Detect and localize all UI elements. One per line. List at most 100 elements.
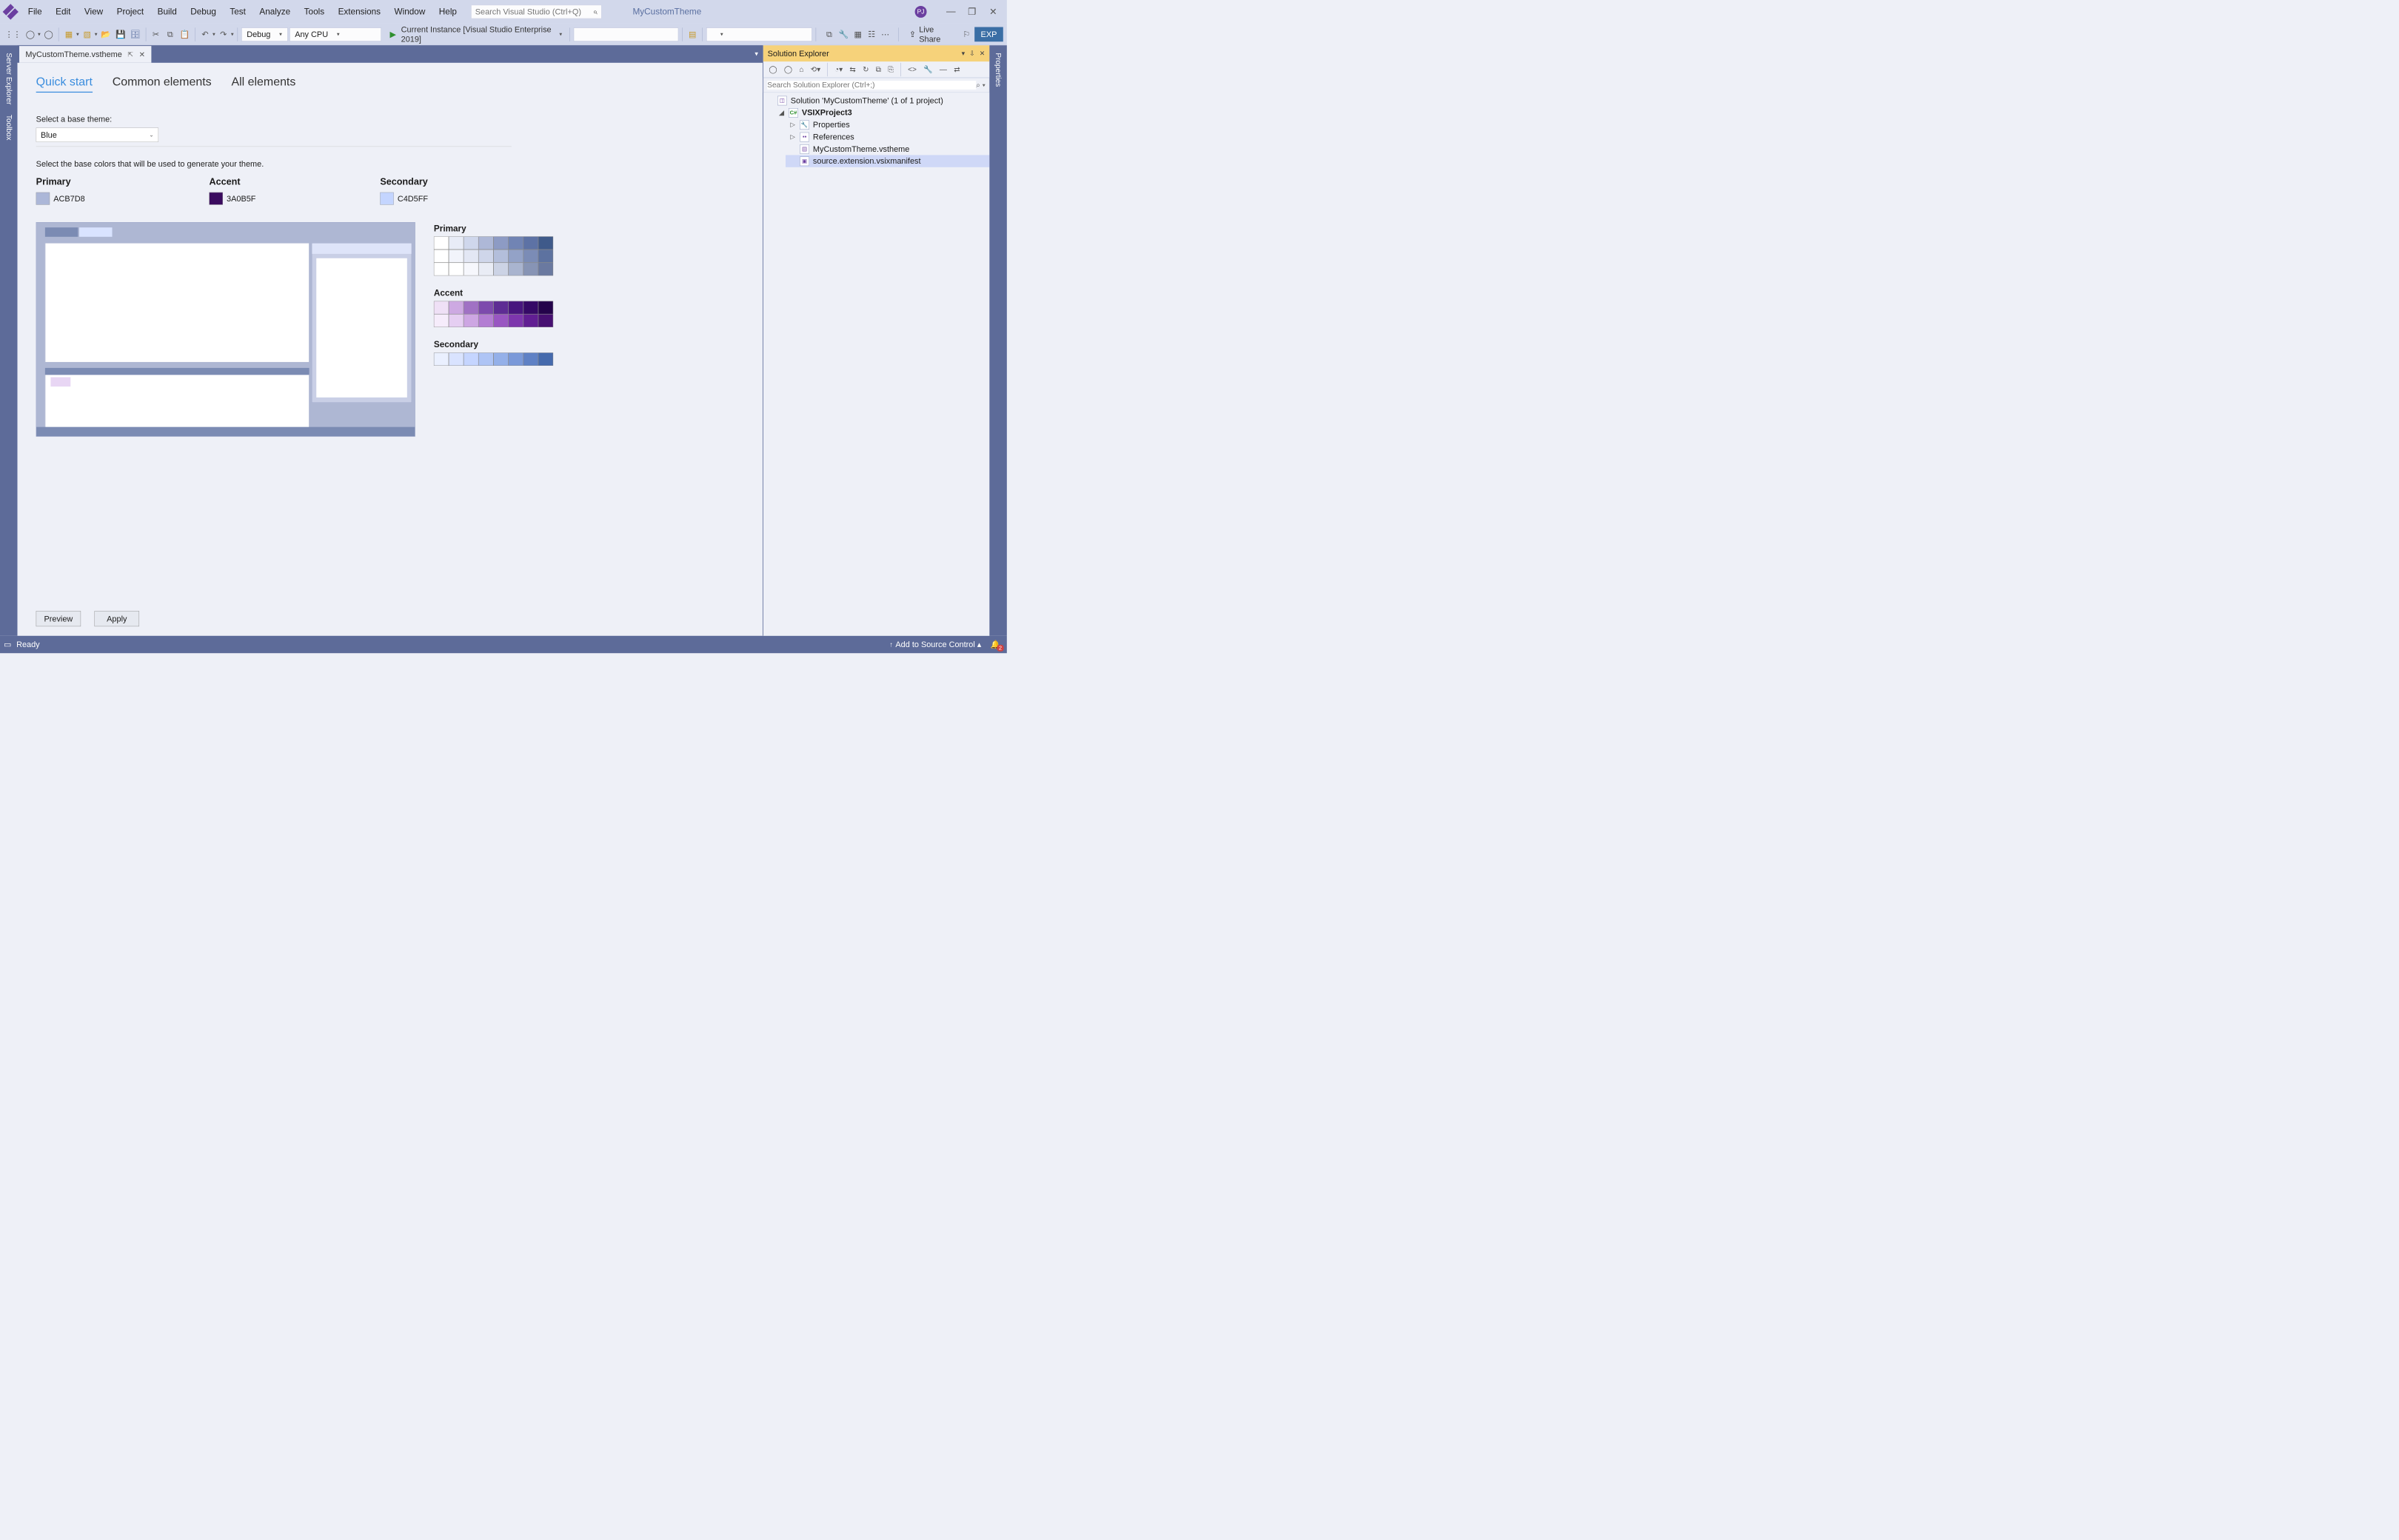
document-tab[interactable]: MyCustomTheme.vstheme ⇱ ✕ bbox=[19, 46, 151, 63]
palette-cell[interactable] bbox=[538, 236, 553, 250]
sol-home-icon[interactable]: ⌂ bbox=[797, 64, 806, 75]
palette-cell[interactable] bbox=[509, 250, 523, 263]
menu-window[interactable]: Window bbox=[387, 5, 432, 19]
palette-cell[interactable] bbox=[523, 250, 538, 263]
tab-quick-start[interactable]: Quick start bbox=[36, 76, 93, 93]
palette-cell[interactable] bbox=[464, 236, 478, 250]
find-in-files-combo[interactable] bbox=[574, 27, 679, 41]
layout-icon-4[interactable]: ⋯ bbox=[879, 27, 891, 41]
palette-cell[interactable] bbox=[509, 301, 523, 315]
palette-cell[interactable] bbox=[523, 236, 538, 250]
tree-solution-node[interactable]: ◫ Solution 'MyCustomTheme' (1 of 1 proje… bbox=[763, 95, 990, 107]
sol-filter-icon[interactable]: ◔▾ bbox=[833, 64, 845, 76]
global-search-input[interactable] bbox=[475, 7, 593, 16]
palette-cell[interactable] bbox=[493, 263, 508, 276]
menu-project[interactable]: Project bbox=[110, 5, 150, 19]
config-dropdown[interactable]: Debug▾ bbox=[241, 27, 287, 41]
palette-cell[interactable] bbox=[464, 352, 478, 366]
palette-cell[interactable] bbox=[523, 263, 538, 276]
undo-button[interactable]: ↶ bbox=[199, 27, 212, 41]
rail-properties[interactable]: Properties bbox=[993, 48, 1004, 92]
start-debug-button[interactable]: ▶ Current Instance [Visual Studio Enterp… bbox=[383, 24, 566, 44]
menu-edit[interactable]: Edit bbox=[49, 5, 78, 19]
secondary-swatch[interactable] bbox=[380, 192, 393, 205]
palette-cell[interactable] bbox=[449, 263, 464, 276]
palette-cell[interactable] bbox=[434, 314, 449, 327]
menu-debug[interactable]: Debug bbox=[184, 5, 223, 19]
tree-references-node[interactable]: ▷▪▪ References bbox=[786, 131, 989, 143]
copy-button[interactable]: ⧉ bbox=[164, 27, 176, 41]
palette-cell[interactable] bbox=[434, 263, 449, 276]
global-search[interactable]: ⌕ bbox=[471, 5, 601, 19]
palette-cell[interactable] bbox=[449, 250, 464, 263]
tree-manifest-file[interactable]: ▣ source.extension.vsixmanifest bbox=[786, 155, 989, 167]
palette-cell[interactable] bbox=[538, 301, 553, 315]
sol-sync-icon[interactable]: ⟲▾ bbox=[809, 64, 823, 76]
sol-switch-icon[interactable]: ⇄ bbox=[952, 64, 962, 76]
tree-properties-node[interactable]: ▷🔧 Properties bbox=[786, 118, 989, 130]
live-share-button[interactable]: ⇪ Live Share bbox=[904, 24, 958, 44]
menu-analyze[interactable]: Analyze bbox=[252, 5, 297, 19]
sol-collapse-icon[interactable]: ⇆ bbox=[848, 64, 857, 76]
sol-refresh-icon[interactable]: ↻ bbox=[861, 64, 871, 76]
layout-icon-2[interactable]: ▦ bbox=[851, 27, 864, 41]
panel-dropdown-icon[interactable]: ▾ bbox=[962, 50, 966, 58]
tab-common-elements[interactable]: Common elements bbox=[113, 76, 212, 93]
palette-cell[interactable] bbox=[538, 314, 553, 327]
sol-back-icon[interactable]: ◯ bbox=[767, 64, 779, 76]
tree-project-node[interactable]: ◢C# VSIXProject3 bbox=[774, 107, 989, 118]
palette-cell[interactable] bbox=[434, 301, 449, 315]
palette-cell[interactable] bbox=[538, 352, 553, 366]
rail-toolbox[interactable]: Toolbox bbox=[3, 110, 14, 145]
menu-help[interactable]: Help bbox=[432, 5, 464, 19]
solution-explorer-search[interactable]: ⌕ ▾ bbox=[763, 78, 990, 93]
close-tab-button[interactable]: ✕ bbox=[139, 50, 145, 58]
panel-close-icon[interactable]: ✕ bbox=[980, 50, 986, 58]
palette-cell[interactable] bbox=[464, 263, 478, 276]
tab-all-elements[interactable]: All elements bbox=[231, 76, 295, 93]
sol-properties-icon[interactable]: 🔧 bbox=[922, 64, 935, 76]
tree-theme-file[interactable]: ▤ MyCustomTheme.vstheme bbox=[786, 143, 989, 155]
new-project-button[interactable]: ▦ bbox=[63, 27, 76, 41]
palette-cell[interactable] bbox=[449, 301, 464, 315]
sol-code-icon[interactable]: <> bbox=[906, 64, 919, 75]
panel-pin-icon[interactable]: ⇩ bbox=[969, 50, 975, 58]
palette-cell[interactable] bbox=[493, 250, 508, 263]
primary-swatch[interactable] bbox=[36, 192, 50, 205]
palette-cell[interactable] bbox=[523, 314, 538, 327]
sol-forward-icon[interactable]: ◯ bbox=[782, 64, 794, 76]
solution-explorer-search-input[interactable] bbox=[767, 81, 976, 90]
palette-cell[interactable] bbox=[478, 314, 493, 327]
palette-cell[interactable] bbox=[434, 352, 449, 366]
pin-icon[interactable]: ⇱ bbox=[127, 50, 133, 58]
sol-dash-icon[interactable]: — bbox=[937, 64, 948, 75]
palette-cell[interactable] bbox=[523, 301, 538, 315]
menu-file[interactable]: File bbox=[21, 5, 49, 19]
tool-icon-1[interactable]: ▤ bbox=[686, 27, 699, 41]
palette-cell[interactable] bbox=[493, 236, 508, 250]
window-restore-button[interactable]: ❐ bbox=[962, 4, 983, 19]
preview-button[interactable]: Preview bbox=[36, 611, 81, 626]
palette-cell[interactable] bbox=[493, 301, 508, 315]
palette-cell[interactable] bbox=[478, 352, 493, 366]
palette-cell[interactable] bbox=[509, 352, 523, 366]
notifications-button[interactable]: 🔔2 bbox=[991, 640, 1001, 649]
palette-cell[interactable] bbox=[493, 352, 508, 366]
save-button[interactable]: 💾 bbox=[114, 27, 127, 41]
user-avatar[interactable]: PJ bbox=[915, 6, 927, 18]
palette-cell[interactable] bbox=[493, 314, 508, 327]
nav-back-button[interactable]: ◯ bbox=[24, 27, 36, 41]
window-minimize-button[interactable]: — bbox=[940, 4, 962, 19]
accent-swatch[interactable] bbox=[210, 192, 223, 205]
palette-cell[interactable] bbox=[449, 314, 464, 327]
palette-cell[interactable] bbox=[478, 263, 493, 276]
palette-cell[interactable] bbox=[464, 301, 478, 315]
palette-cell[interactable] bbox=[464, 250, 478, 263]
palette-cell[interactable] bbox=[464, 314, 478, 327]
palette-cell[interactable] bbox=[478, 250, 493, 263]
save-all-button[interactable]: 🗄 bbox=[129, 27, 142, 41]
sol-copy-icon[interactable]: ⎘ bbox=[886, 64, 896, 75]
redo-button[interactable]: ↷ bbox=[217, 27, 230, 41]
palette-cell[interactable] bbox=[538, 263, 553, 276]
palette-cell[interactable] bbox=[449, 352, 464, 366]
